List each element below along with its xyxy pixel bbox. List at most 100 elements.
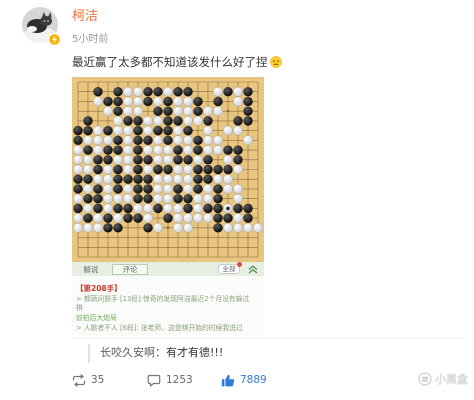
white-stone (73, 164, 83, 175)
white-stone (233, 125, 243, 136)
white-stone (163, 174, 173, 185)
black-stone (173, 155, 183, 165)
white-stone (83, 203, 93, 214)
thumbs-up-icon (221, 374, 235, 387)
white-stone (223, 174, 233, 185)
comment-button[interactable]: 1253 (147, 372, 193, 388)
white-stone (73, 213, 83, 224)
panel-line: 前柏后大炮局 (76, 314, 117, 322)
black-stone (193, 135, 203, 146)
last-move-marker (226, 206, 230, 211)
black-stone (133, 164, 143, 175)
white-stone (223, 125, 233, 136)
white-stone (243, 222, 253, 233)
white-stone (73, 145, 83, 155)
white-stone (183, 96, 193, 107)
white-stone (83, 135, 93, 146)
black-stone (93, 193, 103, 204)
white-stone (123, 154, 133, 165)
white-stone (153, 96, 163, 107)
black-stone (233, 145, 243, 155)
black-stone (163, 213, 173, 223)
white-stone (183, 135, 193, 146)
white-stone (233, 86, 243, 97)
black-stone (103, 125, 113, 136)
black-stone (193, 106, 203, 116)
panel-line: > 人骸者不人 [6段]: 张老师，这盘棋开始的时候我说过 (76, 324, 243, 332)
like-button[interactable]: 7889 (221, 372, 267, 388)
comment-author[interactable]: 长咬久安啊： (100, 346, 166, 359)
author-name[interactable]: 柯洁 (72, 9, 98, 25)
white-stone (103, 174, 113, 185)
white-stone (83, 164, 93, 175)
comment-text: 有才有德!!! (166, 346, 224, 359)
black-stone (143, 155, 153, 165)
white-stone (173, 164, 183, 175)
white-stone (213, 106, 223, 117)
white-stone (173, 96, 183, 107)
black-stone (133, 184, 143, 194)
black-stone (133, 116, 143, 126)
black-stone (83, 213, 93, 223)
black-stone (173, 116, 183, 126)
board-star-point (226, 109, 230, 113)
white-stone (243, 135, 253, 146)
black-stone (113, 184, 123, 194)
black-stone (143, 184, 153, 194)
black-stone (203, 174, 213, 184)
white-stone (153, 193, 163, 204)
black-stone (213, 164, 223, 175)
white-stone (103, 193, 113, 204)
white-stone (223, 184, 233, 194)
black-stone (93, 184, 103, 194)
white-stone (93, 125, 103, 136)
hot-comment[interactable]: 长咬久安啊：有才有德!!! (100, 346, 223, 360)
black-stone (73, 135, 83, 146)
white-stone (143, 203, 153, 214)
black-stone (163, 164, 173, 175)
black-stone (143, 87, 153, 97)
white-stone (113, 193, 123, 204)
black-stone (123, 213, 133, 223)
white-stone (233, 222, 243, 233)
black-stone (73, 174, 83, 184)
tab-commentary: 解说 (83, 264, 99, 274)
black-stone (133, 174, 143, 184)
white-stone (143, 115, 153, 126)
white-stone (253, 222, 263, 233)
post-text-content: 最近赢了太多都不知道该发什么好了捏 (72, 55, 268, 69)
post-time[interactable]: 5小时前 (72, 34, 108, 46)
white-stone (103, 135, 113, 146)
white-stone (123, 193, 133, 204)
post-image[interactable]: 解说 评论 全部 【第208手】 > 都蔬问题手 [13段]:惊奇的发现阿洁最近… (72, 77, 264, 335)
watermark: 小黑盒 (418, 371, 468, 388)
white-stone (93, 145, 103, 155)
white-stone (153, 222, 163, 233)
white-stone (203, 145, 213, 155)
black-stone (153, 106, 163, 116)
white-stone (133, 86, 143, 97)
white-stone (163, 86, 173, 97)
black-stone (213, 203, 223, 214)
white-stone (83, 154, 93, 165)
black-stone (213, 193, 223, 204)
white-stone (173, 106, 183, 117)
black-stone (93, 203, 103, 214)
face-emoji-icon (269, 56, 282, 68)
black-stone (153, 125, 163, 136)
black-stone (183, 193, 193, 204)
black-stone (103, 223, 113, 233)
black-stone (243, 87, 253, 97)
black-stone (223, 145, 233, 155)
white-stone (153, 145, 163, 155)
image-tab-bar: 解说 评论 全部 (72, 262, 264, 276)
white-stone (93, 222, 103, 233)
white-stone (153, 154, 163, 165)
black-stone (73, 184, 83, 194)
white-stone (183, 222, 193, 233)
white-stone (143, 213, 153, 224)
black-stone (153, 87, 163, 97)
repost-button[interactable]: 35 (72, 372, 104, 388)
white-stone (203, 106, 213, 117)
black-stone (123, 116, 133, 126)
